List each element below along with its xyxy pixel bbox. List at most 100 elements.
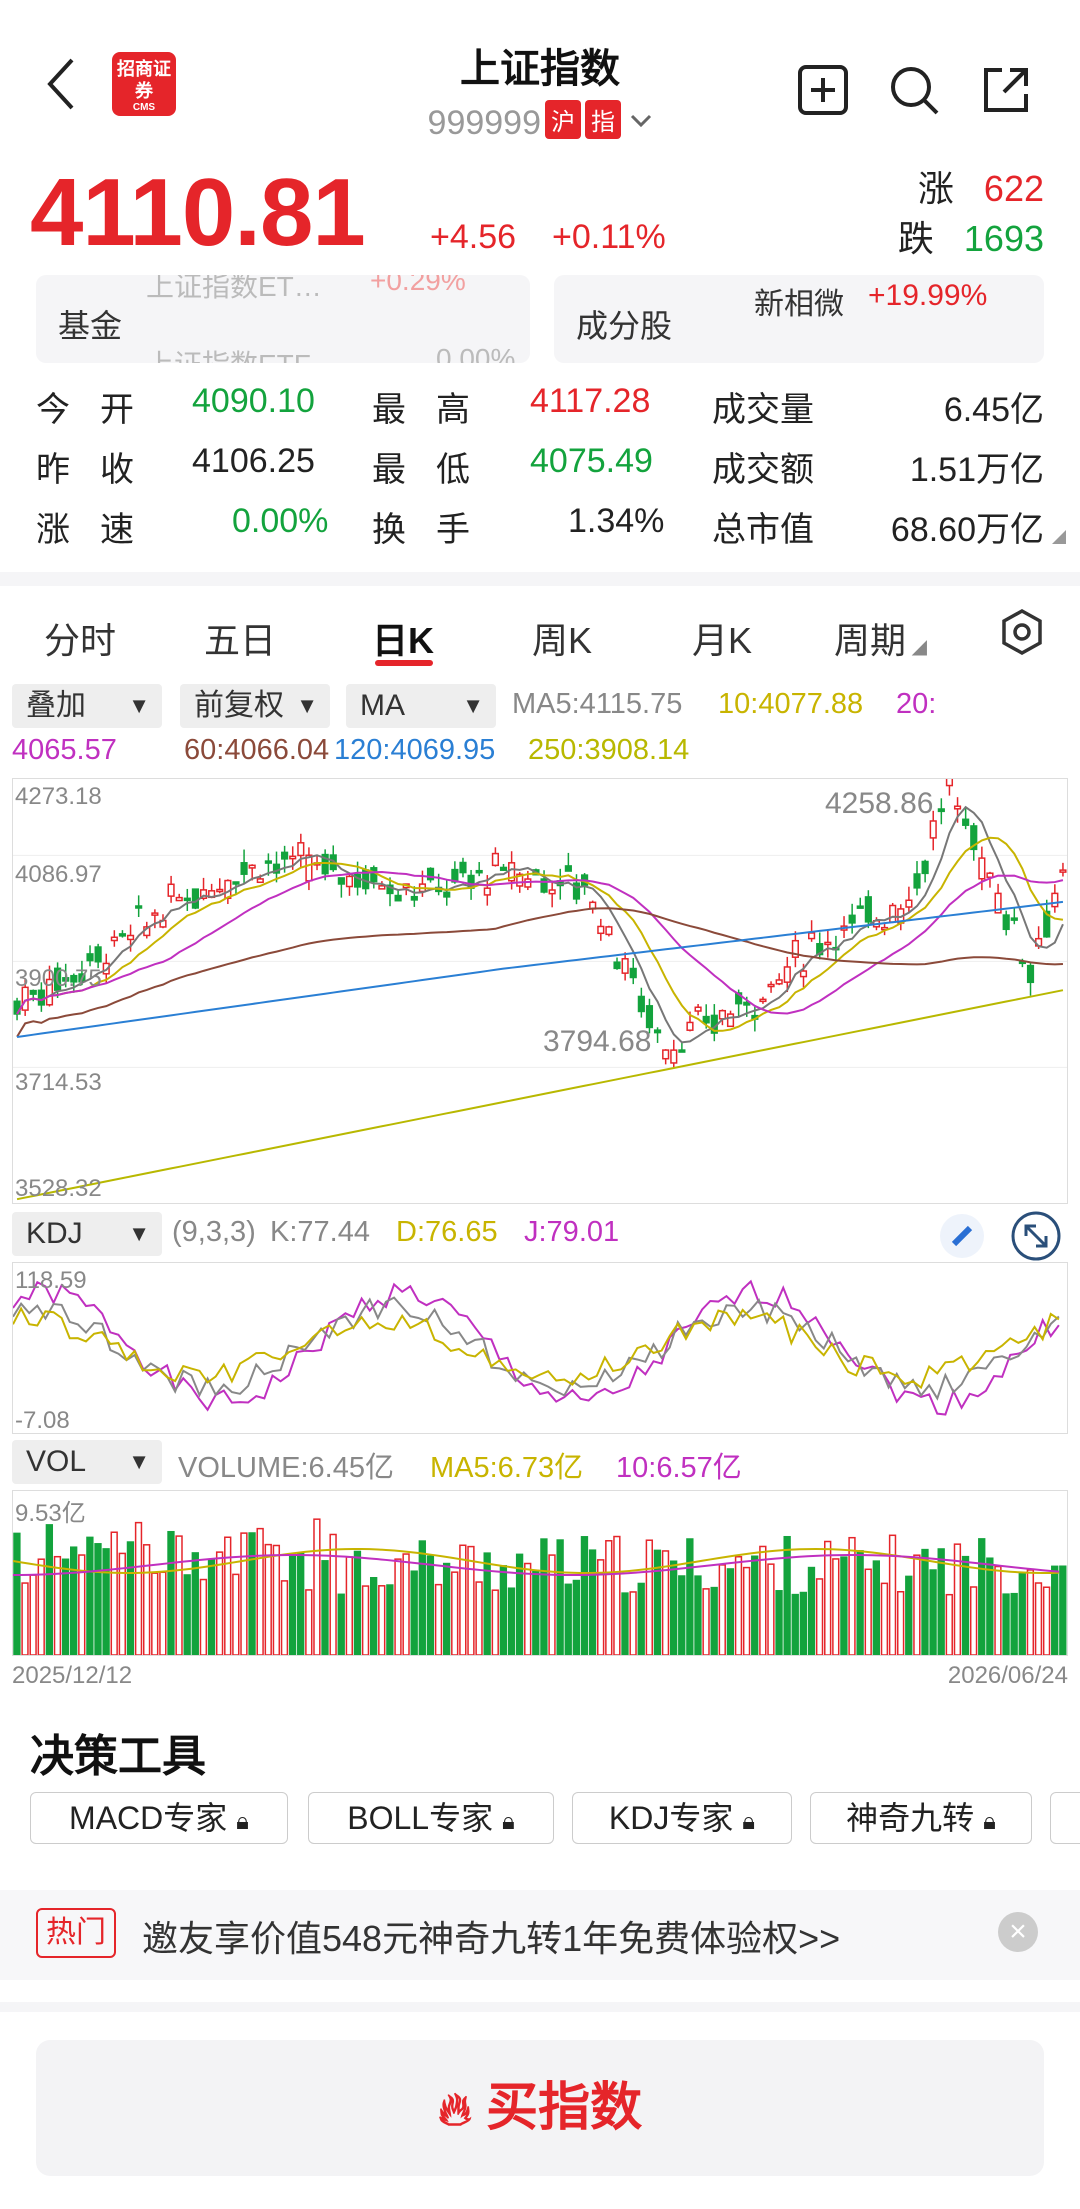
volume-bar: [669, 1560, 678, 1655]
volume-bar: [929, 1569, 937, 1655]
candle-body: [370, 867, 378, 883]
candle-body: [1002, 914, 1010, 931]
lock-icon: 🔒︎: [236, 1808, 249, 1835]
tab-intraday[interactable]: 分时: [44, 612, 116, 664]
kdj-k: K:77.44: [270, 1216, 370, 1248]
share-button[interactable]: [980, 64, 1032, 121]
edit-indicator-button[interactable]: [940, 1214, 984, 1258]
y-tick-5: 3528.32: [15, 1175, 102, 1202]
volume-bar: [564, 1583, 572, 1655]
candle-body: [726, 1013, 735, 1028]
security-code: 999999: [427, 104, 541, 142]
volume-bar: [1018, 1572, 1026, 1655]
volume-bar: [142, 1544, 151, 1655]
kdj-chart[interactable]: 118.59 -7.08: [12, 1262, 1068, 1434]
candle-body: [945, 779, 954, 787]
up-count: 622: [983, 168, 1044, 209]
kdj-dropdown[interactable]: KDJ ▼: [12, 1212, 162, 1256]
tool-magic-nine[interactable]: 神奇九转 🔒︎: [810, 1792, 1032, 1844]
volume-bar: [159, 1571, 167, 1655]
lock-icon: 🔒︎: [742, 1808, 756, 1835]
candle-body: [848, 914, 856, 924]
candle-body: [86, 953, 94, 962]
buy-index-button[interactable]: 🔥︎ 买指数: [36, 2040, 1044, 2176]
volume-bar: [791, 1593, 799, 1655]
ma-line: [16, 907, 1064, 1038]
tools-title: 决策工具: [30, 1732, 206, 1781]
volume-bar: [556, 1539, 564, 1655]
candle-body: [297, 842, 305, 857]
candle-body: [929, 820, 937, 839]
volume-bar: [840, 1556, 848, 1655]
fund-card[interactable]: 上证指数ET… +0.29% 上证指数ETF 0.00% 基金: [36, 275, 530, 363]
ma20-value: 4065.57: [12, 734, 117, 766]
volume-bar: [183, 1574, 191, 1655]
vol-dropdown[interactable]: VOL ▼: [12, 1440, 162, 1484]
expand-stats-icon[interactable]: [1052, 530, 1066, 544]
volume-bar: [110, 1531, 118, 1655]
tab-monthly-k[interactable]: 月K: [692, 612, 752, 664]
volume-bar: [29, 1574, 37, 1655]
component-label: 成分股: [576, 308, 673, 344]
volume-chart-svg: [13, 1518, 1067, 1655]
kline-chart[interactable]: 4273.18 4086.97 3900.75 3714.53 3528.32 …: [12, 778, 1068, 1204]
candle-body: [191, 888, 200, 909]
volume-bar: [175, 1535, 183, 1655]
tab-daily-k[interactable]: 日K: [372, 612, 434, 664]
tool-boll[interactable]: BOLL专家 🔒︎: [308, 1792, 554, 1844]
volume-bar: [199, 1578, 208, 1655]
ma-dropdown[interactable]: MA ▼: [346, 684, 496, 728]
candle-body: [637, 995, 645, 1013]
search-button[interactable]: [888, 64, 940, 121]
tab-period[interactable]: 周期 ◢: [834, 612, 927, 664]
volume-bar: [86, 1536, 94, 1655]
volume-bar: [807, 1566, 816, 1655]
volume-bar: [824, 1540, 832, 1655]
volume-bar: [45, 1524, 54, 1655]
candle-body: [305, 854, 313, 882]
volume-chart[interactable]: 9.53亿: [12, 1490, 1068, 1656]
add-watchlist-button[interactable]: [797, 64, 849, 121]
candle-body: [856, 905, 864, 909]
volume-bar: [653, 1549, 662, 1655]
component-card[interactable]: 成分股 新相微 +19.99%: [554, 275, 1044, 363]
volume-bar: [459, 1544, 467, 1655]
stat-high: 4117.28: [530, 382, 651, 420]
volume-bar: [1026, 1569, 1035, 1655]
fund-ghost-name: 上证指数ET…: [146, 275, 322, 302]
overlay-dropdown[interactable]: 叠加 ▼: [12, 684, 162, 728]
candle-body: [459, 861, 467, 874]
up-label: 涨: [917, 168, 954, 209]
promo-close-button[interactable]: ×: [998, 1912, 1038, 1952]
candle-body: [678, 1049, 686, 1053]
volume-bar: [540, 1538, 548, 1655]
fullscreen-button[interactable]: [1010, 1210, 1062, 1267]
volume-bar: [605, 1540, 613, 1655]
tool-more[interactable]: [1050, 1792, 1080, 1844]
tab-weekly-k[interactable]: 周K: [532, 612, 592, 664]
volume-bar: [451, 1571, 459, 1655]
volume-bar: [783, 1535, 791, 1655]
tab-five-day[interactable]: 五日: [204, 612, 276, 664]
tool-kdj[interactable]: KDJ专家 🔒︎: [572, 1792, 792, 1844]
promo-text[interactable]: 邀友享价值548元神奇九转1年免费体验权>>: [142, 1910, 840, 1962]
chart-settings-button[interactable]: [998, 608, 1046, 661]
volume-bar: [913, 1554, 921, 1655]
component-pct: +19.99%: [868, 279, 988, 312]
stat-amount: 1.51万亿: [909, 451, 1044, 489]
hot-badge: 热门: [36, 1908, 116, 1958]
candle-body: [905, 899, 913, 908]
volume-bar: [686, 1538, 694, 1655]
kdj-bottom: -7.08: [15, 1407, 70, 1434]
volume-bar: [434, 1583, 443, 1655]
volume-bar: [702, 1588, 710, 1655]
volume-bar: [305, 1589, 313, 1655]
candle-body: [410, 895, 418, 901]
volume-bar: [134, 1521, 143, 1655]
vol-ma5: MA5:6.73亿: [430, 1452, 584, 1484]
tool-macd[interactable]: MACD专家 🔒︎: [30, 1792, 288, 1844]
volume-bar: [532, 1569, 540, 1655]
adjust-dropdown[interactable]: 前复权 ▼: [180, 684, 330, 728]
volume-bar: [645, 1539, 653, 1655]
candle-body: [767, 983, 775, 988]
